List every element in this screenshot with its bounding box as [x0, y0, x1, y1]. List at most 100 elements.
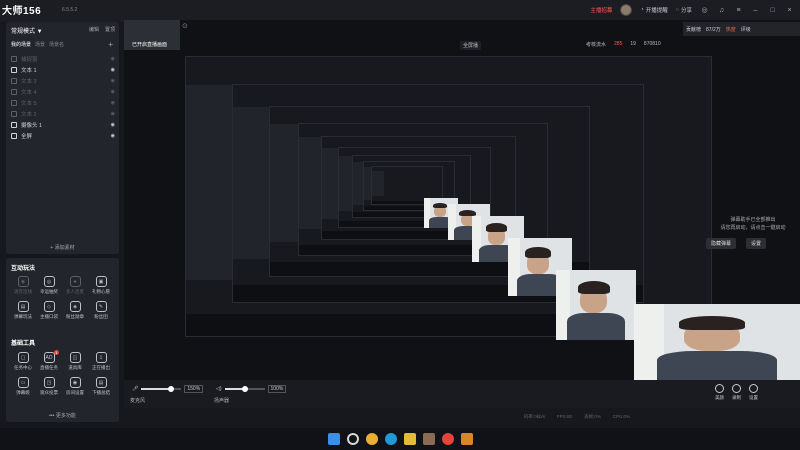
tool-room[interactable]: ◉ 房间设置 — [62, 377, 88, 396]
tool-pocket[interactable]: ◇ 主播口袋 — [36, 301, 62, 320]
speaker-label: 扬声器 — [214, 398, 230, 404]
tool-multi[interactable]: ♣ 多人连麦 — [62, 276, 88, 295]
visibility-icon[interactable]: ◉ — [111, 133, 115, 139]
help-icon[interactable]: ◎ — [700, 6, 709, 14]
source-label: 摄像头 1 — [21, 122, 43, 129]
summary-icon: ▤ — [95, 377, 107, 388]
preview-settings-icon[interactable]: ⊙ — [182, 22, 188, 30]
share-button[interactable]: ◌ 分享 — [676, 6, 692, 14]
share-icon: ◌ — [675, 7, 679, 13]
fps: FPS:60 — [556, 414, 572, 419]
search-icon[interactable] — [346, 433, 359, 445]
mode-select[interactable]: 常规模式 ▼ — [11, 26, 43, 35]
chrome-icon[interactable] — [365, 433, 378, 445]
visibility-icon[interactable]: ◉ — [111, 122, 115, 128]
beauty-button[interactable]: 美颜 — [715, 384, 724, 401]
heat-label: 热度 — [725, 26, 736, 33]
stream-app-icon[interactable] — [441, 433, 454, 445]
source-item[interactable]: 捕捉窗 ◉ — [11, 53, 115, 64]
rating-label[interactable]: 评级 — [741, 26, 751, 33]
visibility-icon[interactable]: ◉ — [111, 111, 115, 117]
avatar[interactable] — [620, 4, 633, 16]
source-label: 文本 2 — [21, 111, 37, 118]
pin-button[interactable]: 置顶 — [105, 26, 115, 35]
minimize-icon[interactable]: – — [751, 7, 760, 14]
settings-button[interactable]: 设置 — [749, 384, 758, 401]
scene-mode-label[interactable]: 全屏播 — [460, 41, 482, 50]
add-source-button[interactable]: + 添加素材 — [6, 244, 119, 251]
more-features-button[interactable]: ••• 更多功能 — [6, 412, 119, 419]
edit-button[interactable]: 编辑 — [89, 26, 99, 35]
source-item[interactable]: 全屏 ◉ — [11, 130, 115, 141]
visibility-icon[interactable]: ◉ — [111, 67, 115, 73]
mic-slider[interactable] — [141, 386, 182, 392]
source-item[interactable]: 文本 5 ◉ — [11, 97, 115, 108]
contrib-label[interactable]: 贡献榜 — [686, 26, 701, 33]
top-bar: 大师156 6.5.5.2 主播招募 ◔ 开播提醒 ◌ 分享 ◎ ♫ ≡ – □ × — [0, 0, 800, 22]
stream-preview[interactable]: 已开启直播画面 ⊙ 全屏播 考核流水 285 19 870810 弹幕助手已全部… — [124, 20, 800, 380]
source-type-icon — [11, 77, 17, 84]
tab-scene[interactable]: 场景 — [35, 41, 45, 48]
interact-title: 互动玩法 — [11, 266, 36, 272]
basic-title: 基础工具 — [11, 341, 36, 347]
tool-danmaku-ji[interactable]: ▭ 弹幕姬 — [10, 377, 36, 396]
remind-button[interactable]: ◔ 开播提醒 — [640, 6, 667, 14]
tab-my-scenes[interactable]: 我的场景 — [11, 41, 31, 48]
tool-label: 弹幕姬 — [16, 390, 30, 395]
source-item[interactable]: 文本 2 ◉ — [11, 108, 115, 119]
record-button[interactable]: 录制 — [732, 384, 741, 401]
source-type-icon — [11, 132, 17, 139]
recruit-link[interactable]: 主播招募 — [590, 6, 612, 14]
source-item[interactable]: 文本 1 ◉ — [11, 64, 115, 75]
headset-icon[interactable]: ♫ — [717, 7, 726, 14]
audio-mixer: 🎤︎ 150% 麦克风 ◁) 100% 扬声器 美颜 录制 设置 — [124, 380, 800, 408]
badge-icon: ◈ — [69, 301, 81, 312]
tool-vote[interactable]: ◳ 观众投票 — [36, 377, 62, 396]
tool-mic[interactable]: ◉ 语音连线 — [10, 276, 36, 295]
tool-danmaku[interactable]: ▤ 弹幕玩法 — [10, 301, 36, 320]
source-item[interactable]: 摄像头 1 ◉ — [11, 119, 115, 130]
tools-panel: 互动玩法 ◉ 语音连线 ◎ 幸运抽奖 ♣ 多人连麦 ▣ 礼物心愿 ▤ 弹幕玩法 ◇ 主播口袋 ◈ 粉丝勋章… — [6, 258, 119, 422]
tool-label: 下播总结 — [92, 390, 110, 395]
tool-lottery[interactable]: ◎ 幸运抽奖 — [36, 276, 62, 295]
close-icon[interactable]: × — [785, 7, 794, 14]
add-scene-icon[interactable]: + — [108, 40, 113, 49]
mic-icon[interactable]: 🎤︎ — [132, 386, 138, 392]
speaker-icon[interactable]: ◁) — [216, 386, 222, 392]
tool-summary[interactable]: ▤ 下播总结 — [88, 377, 114, 396]
menu-icon[interactable]: ≡ — [734, 7, 743, 14]
edge-icon[interactable] — [384, 433, 397, 445]
tool-label: 弹幕玩法 — [14, 314, 32, 319]
maximize-icon[interactable]: □ — [768, 7, 777, 14]
visibility-icon[interactable]: ◉ — [111, 89, 115, 95]
mic-percent: 150% — [184, 385, 204, 393]
mic-icon: ◉ — [17, 276, 29, 287]
app-avatar-icon[interactable] — [422, 433, 435, 445]
speaker-mixer: ◁) 100% — [216, 385, 287, 393]
explorer-icon[interactable] — [403, 433, 416, 445]
windows-icon[interactable] — [327, 433, 340, 445]
tool-label: 粉丝勋章 — [66, 314, 84, 319]
game-icon[interactable] — [460, 433, 473, 445]
tool-task[interactable]: ▢ 任务中心 — [10, 352, 36, 371]
action-label: 设置 — [749, 395, 758, 400]
tool-fans[interactable]: ✎ 粉丝团 — [88, 301, 114, 320]
tab-scene-name[interactable]: 场景名 — [49, 41, 64, 48]
tool-badge[interactable]: ◈ 粉丝勋章 — [62, 301, 88, 320]
source-item[interactable]: 文本 4 ◉ — [11, 86, 115, 97]
contrib-value: 87/2万 — [706, 26, 721, 33]
hide-danmaku-button[interactable]: 隐藏弹幕 — [706, 238, 737, 249]
visibility-icon[interactable]: ◉ — [111, 100, 115, 106]
speaker-slider[interactable] — [224, 386, 265, 392]
lottery-icon: ◎ — [43, 276, 55, 287]
tool-live-task[interactable]: AD 1 直播任务 — [36, 350, 62, 371]
tool-download[interactable]: ⇩ 正在播出 — [88, 352, 114, 371]
tool-gift[interactable]: ▣ 礼物心愿 — [88, 276, 114, 295]
tool-props[interactable]: ◫ 道具库 — [62, 352, 88, 371]
danmaku-settings-button[interactable]: 设置 — [746, 238, 767, 249]
visibility-icon[interactable]: ◉ — [111, 78, 115, 84]
source-item[interactable]: 文本 3 ◉ — [11, 75, 115, 86]
action-label: 美颜 — [715, 395, 724, 400]
action-label: 录制 — [732, 395, 741, 400]
visibility-icon[interactable]: ◉ — [111, 56, 115, 62]
